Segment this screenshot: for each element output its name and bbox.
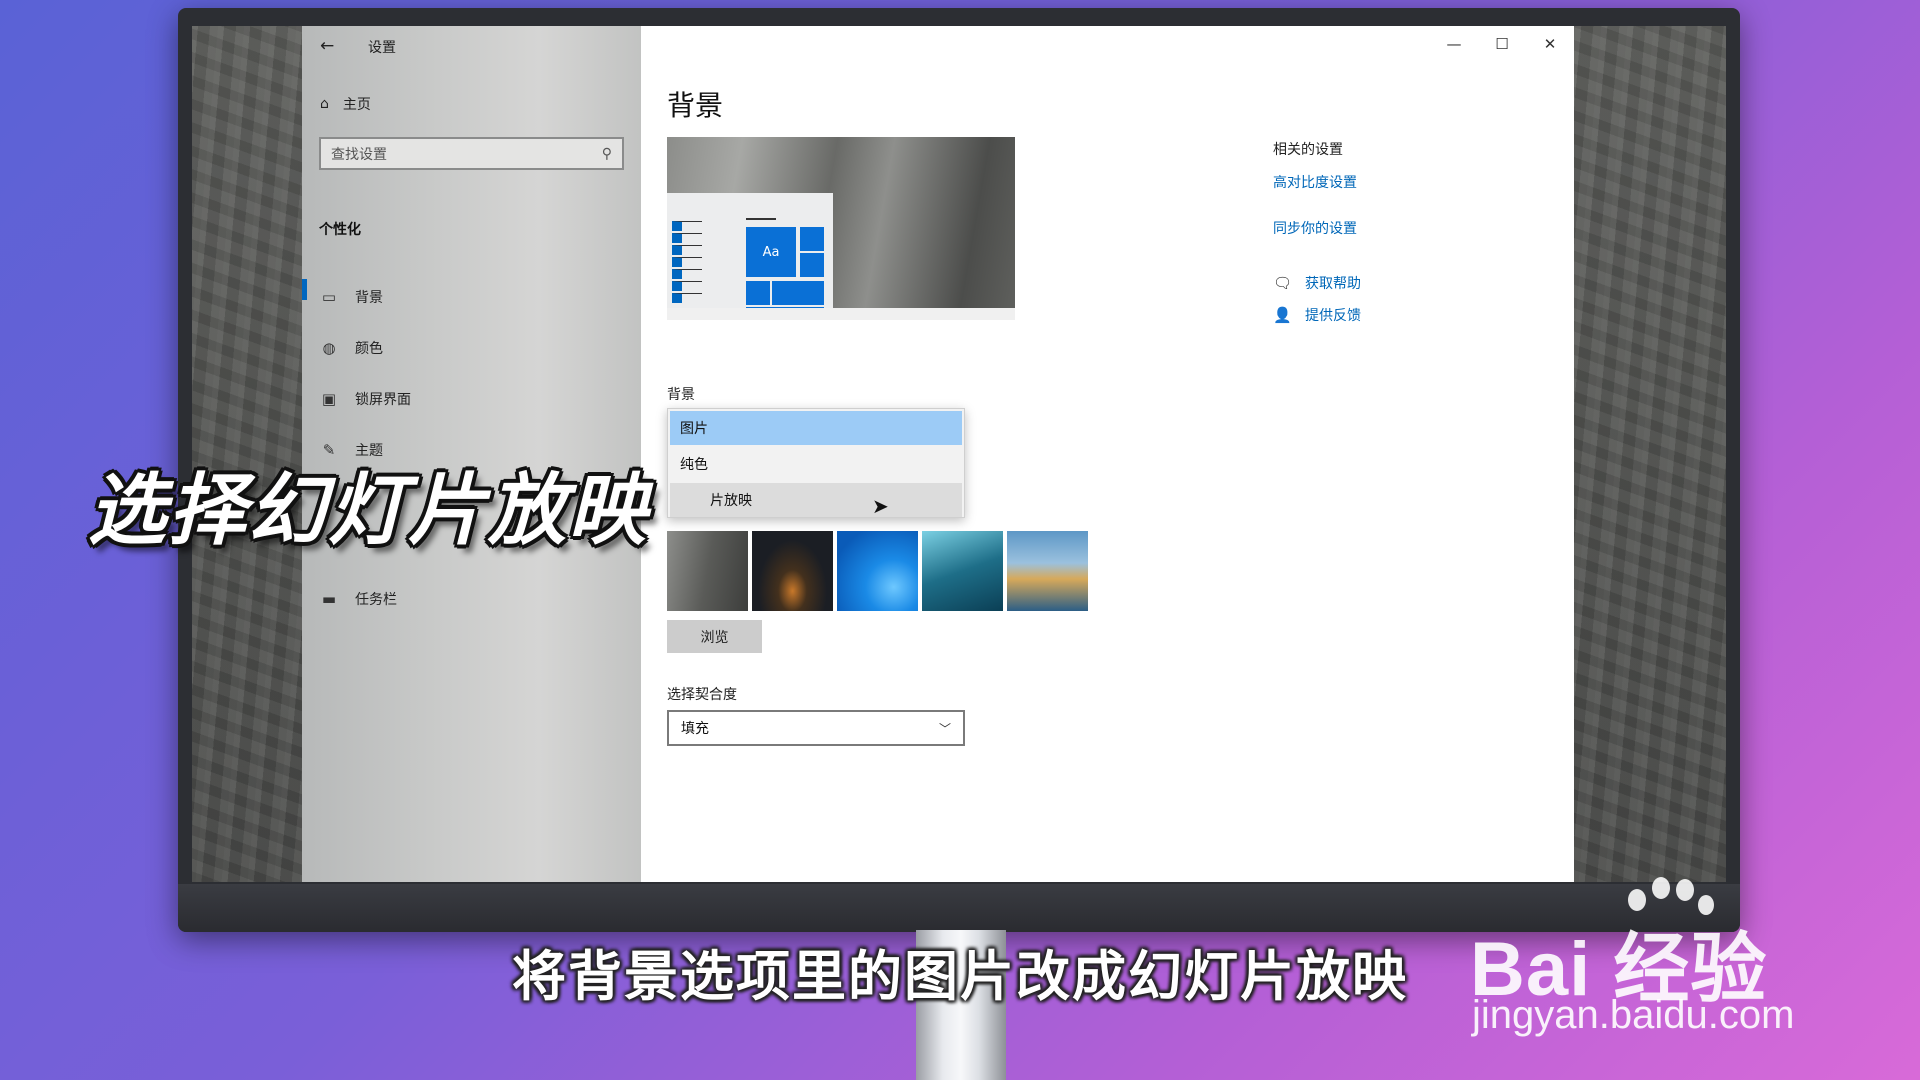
feedback-label: 提供反馈 <box>1305 308 1361 324</box>
palette-icon: ◍ <box>322 338 336 357</box>
preview-tile <box>800 253 824 277</box>
chat-help-icon: 🗨 <box>1273 274 1293 292</box>
sidebar-item-taskbar[interactable]: ▬ 任务栏 <box>302 573 641 624</box>
preview-list-lines <box>672 221 702 305</box>
baidu-watermark: Bai 经验 jingyan.baidu.com <box>1470 875 1830 1045</box>
related-heading: 相关的设置 <box>1273 142 1343 158</box>
preview-tile-large: Aa <box>746 227 796 277</box>
search-icon[interactable]: ⚲ <box>602 146 612 162</box>
page-title: 背景 <box>667 89 724 122</box>
chevron-down-icon: ﹀ <box>938 721 951 736</box>
sync-settings-link[interactable]: 同步你的设置 <box>1273 218 1357 238</box>
recent-image-thumbnail[interactable] <box>922 531 1003 611</box>
sidebar-item-label: 颜色 <box>355 340 383 357</box>
dropdown-option-solid-color[interactable]: 纯色 <box>670 447 962 481</box>
feedback-person-icon: 👤 <box>1273 306 1292 324</box>
recent-image-thumbnail[interactable] <box>667 531 748 611</box>
feedback-link[interactable]: 👤 提供反馈 <box>1273 305 1361 325</box>
close-button[interactable]: ✕ <box>1526 26 1574 62</box>
recent-image-thumbnail[interactable] <box>1007 531 1088 611</box>
sidebar-item-label: 背景 <box>355 289 383 306</box>
related-settings: 相关的设置 高对比度设置 同步你的设置 <box>1273 139 1357 264</box>
back-arrow-icon[interactable]: ← <box>320 36 334 56</box>
get-help-link[interactable]: 🗨 获取帮助 <box>1273 273 1361 293</box>
sidebar-item-label: 任务栏 <box>355 591 397 608</box>
section-title: 个性化 <box>319 222 361 238</box>
dropdown-option-picture[interactable]: 图片 <box>670 411 962 445</box>
sidebar-item-background[interactable]: ▭ 背景 <box>302 271 641 322</box>
overlay-caption: 选择幻灯片放映 <box>88 466 649 556</box>
fit-label: 选择契合度 <box>667 687 737 703</box>
preview-tile <box>772 281 824 305</box>
high-contrast-link[interactable]: 高对比度设置 <box>1273 172 1357 192</box>
preview-tile <box>746 281 770 305</box>
sidebar-item-lock-screen[interactable]: ▣ 锁屏界面 <box>302 373 641 424</box>
recent-image-thumbnail[interactable] <box>837 531 918 611</box>
search-placeholder: 查找设置 <box>331 146 387 163</box>
image-icon: ▭ <box>321 287 337 306</box>
window-controls: — ☐ ✕ <box>1430 26 1574 62</box>
help-section: 🗨 获取帮助 👤 提供反馈 <box>1273 273 1361 337</box>
mouse-cursor-icon: ➤ <box>872 494 889 518</box>
sidebar-item-colors[interactable]: ◍ 颜色 <box>302 322 641 373</box>
watermark-domain: jingyan.baidu.com <box>1472 993 1795 1037</box>
maximize-button[interactable]: ☐ <box>1478 26 1526 62</box>
recent-images <box>667 531 1088 611</box>
fit-select-value: 填充 <box>681 721 709 737</box>
nav-home[interactable]: ⌂ 主页 <box>320 94 371 114</box>
preview-tile <box>800 227 824 251</box>
background-label: 背景 <box>667 387 695 403</box>
window-title: 设置 <box>368 40 396 56</box>
minimize-button[interactable]: — <box>1430 26 1478 62</box>
settings-main: — ☐ ✕ 背景 Aa 背景 图片 纯色 片放映 ➤ 浏览 选择契合度 填充 ﹀… <box>641 26 1574 882</box>
recent-image-thumbnail[interactable] <box>752 531 833 611</box>
home-icon: ⌂ <box>320 96 329 112</box>
sidebar-item-label: 锁屏界面 <box>355 391 411 408</box>
background-type-dropdown[interactable]: 图片 纯色 片放映 <box>667 408 965 518</box>
search-input[interactable]: 查找设置 ⚲ <box>319 137 624 170</box>
fit-select[interactable]: 填充 ﹀ <box>667 710 965 746</box>
preview-bar <box>746 218 776 220</box>
taskbar-icon: ▬ <box>321 589 337 608</box>
browse-button[interactable]: 浏览 <box>667 620 762 653</box>
nav-home-label: 主页 <box>342 97 371 113</box>
get-help-label: 获取帮助 <box>1305 276 1361 292</box>
preview-taskbar <box>667 308 1015 320</box>
preview-start-menu: Aa <box>667 193 833 320</box>
lock-screen-icon: ▣ <box>321 389 337 408</box>
dropdown-option-slideshow[interactable]: 片放映 <box>670 483 962 517</box>
desktop-preview: Aa <box>667 137 1015 320</box>
